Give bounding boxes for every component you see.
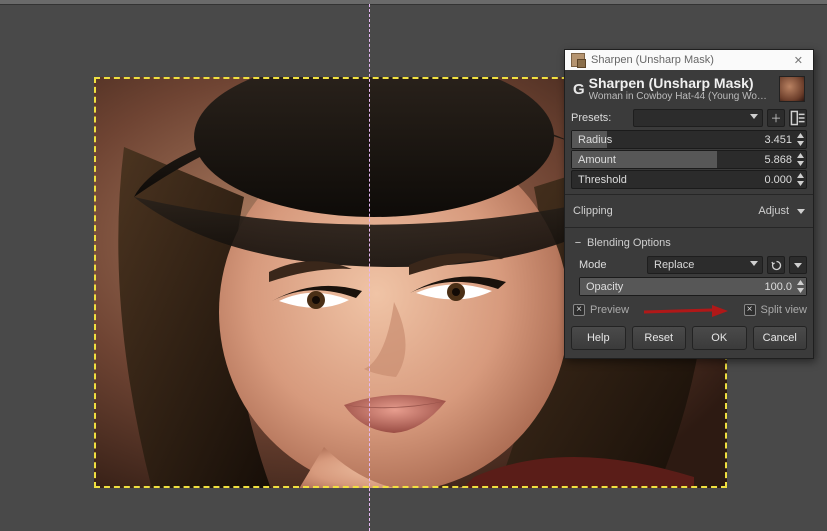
separator xyxy=(565,227,813,228)
clipping-value: Adjust xyxy=(758,205,789,217)
dialog-title: Sharpen (Unsharp Mask) xyxy=(589,76,769,90)
cancel-button[interactable]: Cancel xyxy=(753,326,808,350)
layer-thumbnail xyxy=(779,76,805,102)
separator xyxy=(565,194,813,195)
preset-add-button[interactable]: ＋ xyxy=(767,109,785,127)
blending-options-label: Blending Options xyxy=(587,237,671,249)
amount-label: Amount xyxy=(578,154,616,166)
plus-icon: ＋ xyxy=(771,110,782,126)
opacity-value[interactable]: 100.0 xyxy=(764,281,792,293)
help-button[interactable]: Help xyxy=(571,326,626,350)
amount-slider[interactable]: Amount 5.868 xyxy=(571,150,807,169)
blending-options-body: Mode Replace Opacity 100.0 xyxy=(565,255,813,300)
amount-value[interactable]: 5.868 xyxy=(764,154,792,166)
blending-options-header[interactable]: − Blending Options xyxy=(565,233,813,253)
dialog-subtitle: Woman in Cowboy Hat-44 (Young Woman in … xyxy=(589,91,769,102)
mode-value: Replace xyxy=(654,259,694,271)
split-view-checkbox[interactable] xyxy=(744,304,756,316)
ok-button-label: OK xyxy=(711,332,727,344)
amount-spinner[interactable] xyxy=(796,152,805,167)
reset-button-label: Reset xyxy=(644,332,673,344)
close-icon[interactable]: ✕ xyxy=(790,54,807,67)
chevron-down-icon xyxy=(797,209,805,214)
sharpen-dialog[interactable]: Sharpen (Unsharp Mask) ✕ G Sharpen (Unsh… xyxy=(564,49,814,359)
chevron-down-icon xyxy=(794,263,802,268)
radius-spinner[interactable] xyxy=(796,132,805,147)
clipping-label: Clipping xyxy=(573,205,758,217)
cancel-button-label: Cancel xyxy=(763,332,797,344)
chevron-down-icon xyxy=(750,114,758,119)
manage-icon xyxy=(790,110,806,126)
gimp-g-icon: G xyxy=(573,81,585,98)
mode-reset-button[interactable] xyxy=(767,256,785,274)
clipping-row[interactable]: Clipping Adjust xyxy=(565,200,813,222)
help-button-label: Help xyxy=(587,332,610,344)
opacity-label: Opacity xyxy=(586,281,623,293)
split-view-label: Split view xyxy=(761,304,807,316)
presets-row: Presets: ＋ xyxy=(571,108,807,128)
preview-splitview-row: Preview Split view xyxy=(565,300,813,320)
threshold-slider[interactable]: Threshold 0.000 xyxy=(571,170,807,189)
presets-dropdown[interactable] xyxy=(633,109,763,127)
mode-menu-button[interactable] xyxy=(789,256,807,274)
collapse-icon: − xyxy=(573,237,583,249)
opacity-spinner[interactable] xyxy=(796,279,805,294)
dialog-app-icon xyxy=(571,53,585,67)
mode-dropdown[interactable]: Replace xyxy=(647,256,763,274)
mode-row: Mode Replace xyxy=(579,255,807,275)
annotation-arrow xyxy=(642,304,728,316)
radius-slider[interactable]: Radius 3.451 xyxy=(571,130,807,149)
threshold-value[interactable]: 0.000 xyxy=(764,174,792,186)
dialog-header: G Sharpen (Unsharp Mask) Woman in Cowboy… xyxy=(565,70,813,106)
radius-value[interactable]: 3.451 xyxy=(764,134,792,146)
mode-label: Mode xyxy=(579,259,631,271)
preview-label: Preview xyxy=(590,304,629,316)
dialog-button-bar: Help Reset OK Cancel xyxy=(565,320,813,358)
threshold-spinner[interactable] xyxy=(796,172,805,187)
radius-label: Radius xyxy=(578,134,612,146)
reset-icon xyxy=(771,260,782,271)
dialog-titlebar-text: Sharpen (Unsharp Mask) xyxy=(591,54,790,66)
ok-button[interactable]: OK xyxy=(692,326,747,350)
opacity-slider[interactable]: Opacity 100.0 xyxy=(579,277,807,296)
chevron-down-icon xyxy=(750,261,758,266)
ruler-horizontal[interactable] xyxy=(0,0,827,5)
reset-button[interactable]: Reset xyxy=(632,326,687,350)
threshold-label: Threshold xyxy=(578,174,627,186)
dialog-titlebar[interactable]: Sharpen (Unsharp Mask) ✕ xyxy=(565,50,813,70)
preview-checkbox[interactable] xyxy=(573,304,585,316)
presets-label: Presets: xyxy=(571,112,633,124)
preset-manage-button[interactable] xyxy=(789,109,807,127)
